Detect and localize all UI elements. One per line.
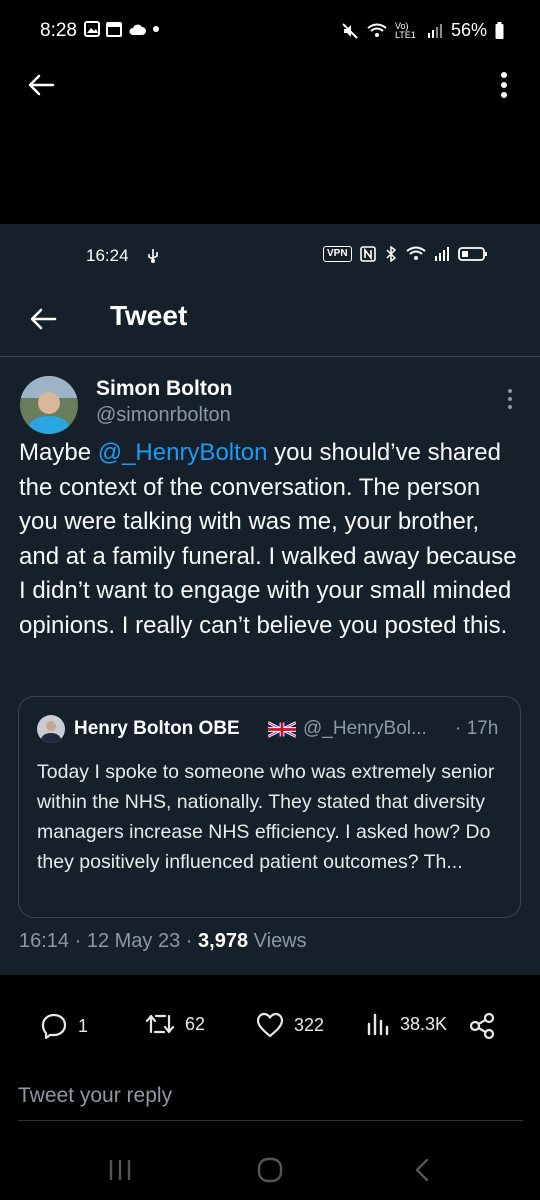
- quoted-tweet[interactable]: Henry Bolton OBE @_HenryBol... · 17h Tod…: [18, 696, 521, 918]
- tweet-more-button[interactable]: [500, 384, 520, 414]
- battery-icon: [457, 247, 487, 261]
- tweet-text: Maybe @_HenryBolton you should’ve shared…: [19, 436, 524, 643]
- share-icon: [469, 1012, 495, 1040]
- avatar[interactable]: [20, 376, 78, 434]
- quoted-time: · 17h: [455, 718, 499, 739]
- page-title: Tweet: [110, 300, 188, 331]
- reply-input[interactable]: [18, 1084, 523, 1108]
- author-name[interactable]: Simon Bolton: [96, 377, 232, 401]
- retweet-icon: [145, 1014, 175, 1034]
- signal-icon: [427, 23, 442, 38]
- tweet-date: 12 May 23: [86, 930, 181, 952]
- wifi-icon: [405, 246, 426, 260]
- usb-icon: [148, 249, 158, 263]
- views-action-count: 38.3K: [400, 1013, 448, 1034]
- outer-system-icons: Vo) LTE1 56%: [341, 20, 504, 41]
- tweet-text-before: Maybe: [19, 439, 98, 466]
- action-bar: 1 62 322 38.3K: [0, 1000, 540, 1056]
- more-vertical-icon: [508, 389, 512, 409]
- network-label: Vo) LTE1: [394, 20, 416, 40]
- tweet-header: Tweet: [0, 286, 540, 357]
- mute-icon: [342, 22, 358, 39]
- mention-link[interactable]: @_HenryBolton: [98, 439, 268, 466]
- inner-status-bar: 16:24 VPN: [0, 224, 540, 286]
- back-nav-icon: [415, 1158, 429, 1182]
- inner-status-time: 16:24: [86, 246, 129, 265]
- tweet-screenshot: 16:24 VPN Tweet Simon Bolton @simonrbolt…: [0, 224, 540, 975]
- inner-system-icons: VPN: [323, 246, 488, 262]
- calendar-icon: [106, 22, 122, 37]
- back-arrow-icon: [28, 74, 55, 96]
- cloud-icon: [129, 24, 146, 35]
- quoted-avatar-photo: [37, 715, 65, 743]
- retweet-count: 62: [185, 1013, 206, 1034]
- dot-icon: [153, 26, 159, 32]
- reply-box: [18, 1080, 523, 1121]
- viewer-top-bar: [0, 60, 540, 112]
- like-count: 322: [294, 1014, 325, 1035]
- views-icon: [367, 1013, 389, 1036]
- views-button[interactable]: 38.3K: [366, 1012, 447, 1036]
- more-vertical-icon: [501, 72, 507, 98]
- like-button[interactable]: 322: [256, 1012, 324, 1038]
- viewer-back-button[interactable]: [24, 68, 58, 102]
- tweet-back-button[interactable]: [26, 302, 60, 336]
- viewer-more-button[interactable]: [494, 68, 514, 102]
- outer-status-bar: 8:28 Vo) LTE1 56%: [0, 0, 540, 60]
- bluetooth-icon: [386, 246, 396, 262]
- quoted-text: Today I spoke to someone who was extreme…: [37, 761, 495, 873]
- vpn-badge: VPN: [323, 246, 352, 262]
- reply-count: 1: [78, 1015, 89, 1036]
- reply-icon: [41, 1013, 67, 1040]
- uk-flag-icon: [268, 721, 296, 738]
- reply-button[interactable]: 1: [40, 1012, 88, 1040]
- share-button[interactable]: [468, 1012, 496, 1040]
- quoted-avatar: [37, 715, 65, 743]
- wifi-icon: [367, 23, 387, 37]
- back-arrow-icon: [30, 308, 57, 330]
- signal-icon: [434, 247, 449, 261]
- tweet-text-after: you should’ve shared the context of the …: [19, 439, 517, 639]
- views-label: Views: [253, 930, 307, 952]
- home-button[interactable]: [250, 1150, 290, 1190]
- nfc-icon: [359, 246, 376, 262]
- views-count[interactable]: 3,978: [198, 930, 248, 952]
- recents-button[interactable]: [100, 1150, 140, 1190]
- outer-status-time: 8:28: [40, 20, 77, 41]
- tweet-meta: 16:14 · 12 May 23 · 3,978 Views: [19, 930, 307, 952]
- home-icon: [257, 1157, 283, 1183]
- recents-icon: [109, 1159, 131, 1181]
- gallery-icon: [84, 21, 100, 37]
- like-icon: [256, 1012, 284, 1038]
- retweet-button[interactable]: 62: [145, 1012, 205, 1036]
- outer-notification-icons: [84, 21, 160, 37]
- battery-icon: [495, 21, 504, 39]
- system-nav-bar: [0, 1140, 540, 1200]
- author-handle[interactable]: @simonrbolton: [96, 404, 231, 427]
- tweet-time: 16:14: [19, 930, 70, 952]
- quoted-author-name: Henry Bolton OBE: [74, 718, 240, 739]
- back-nav-button[interactable]: [402, 1150, 442, 1190]
- avatar-photo: [20, 376, 78, 434]
- quoted-author-handle: @_HenryBol...: [303, 718, 427, 739]
- battery-percent: 56%: [450, 20, 487, 40]
